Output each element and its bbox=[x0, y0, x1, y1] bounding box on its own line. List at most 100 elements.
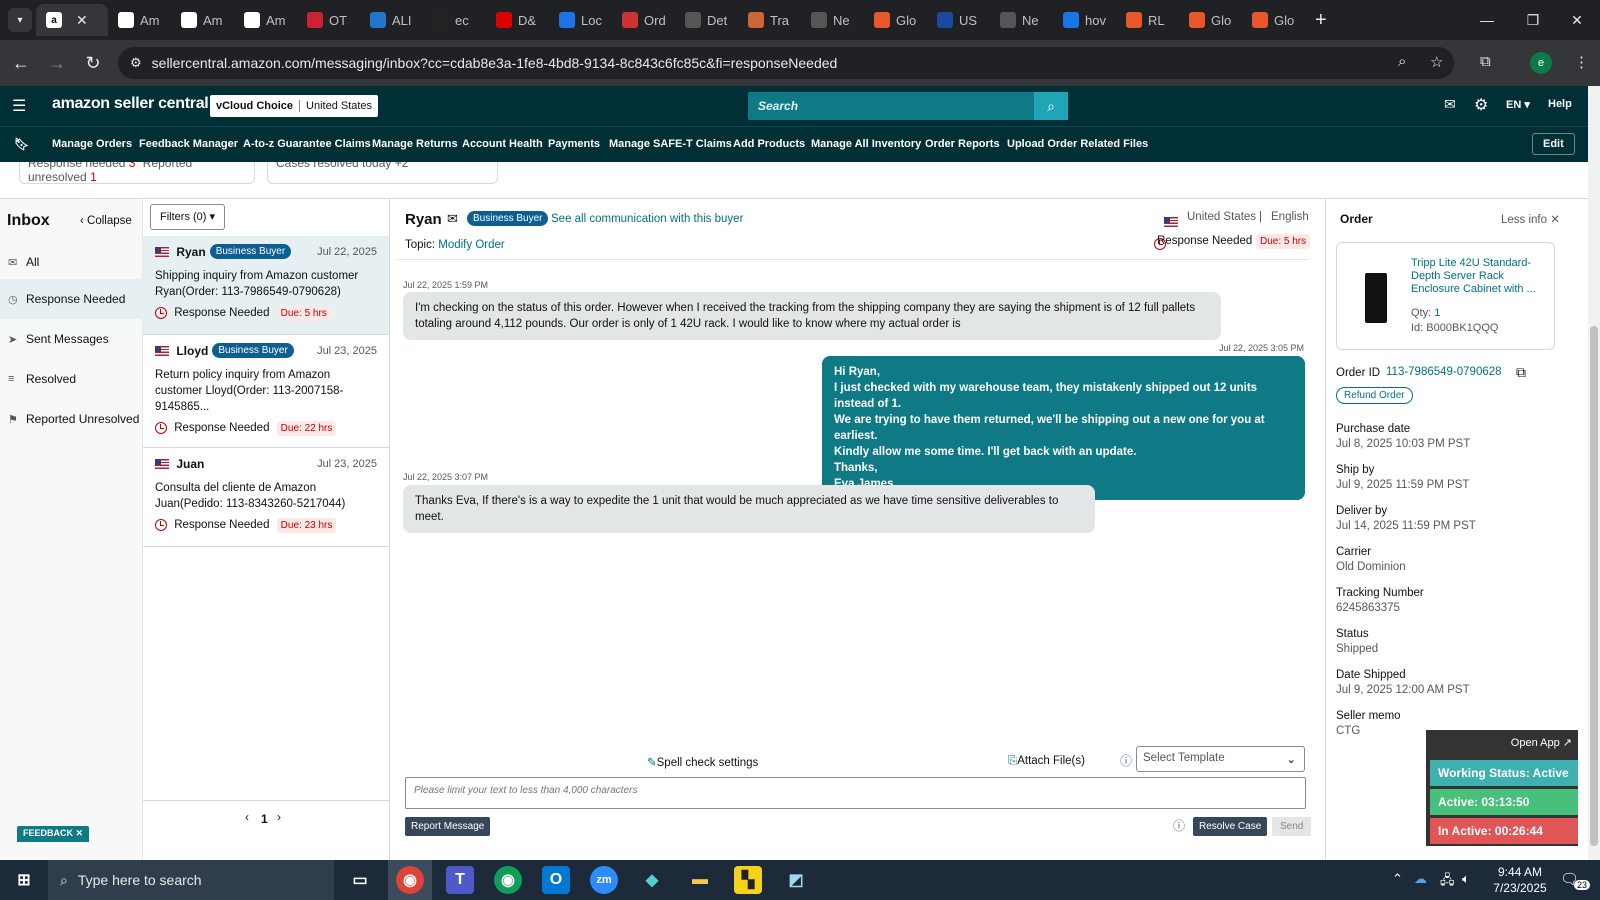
hamburger-icon[interactable]: ☰ bbox=[12, 96, 26, 116]
seller-central-logo[interactable]: amazon seller central bbox=[52, 95, 209, 113]
show-hidden-icons[interactable]: ⌃ bbox=[1392, 871, 1403, 887]
conversation-item[interactable]: Lloyd Business Buyer Jul 23, 2025 Return … bbox=[143, 335, 389, 448]
site-info-icon[interactable]: ⚙ bbox=[130, 55, 142, 71]
chrome-menu-icon[interactable]: ⋮ bbox=[1574, 53, 1589, 71]
bookmark-icon[interactable]: 🔖︎ bbox=[14, 137, 29, 151]
forward-icon[interactable]: → bbox=[44, 50, 70, 76]
onedrive-icon[interactable]: ☁ bbox=[1414, 871, 1427, 887]
inbox-filter-item[interactable]: ⚑ Reported Unresolved bbox=[0, 399, 143, 439]
close-tab-icon[interactable]: ✕ bbox=[76, 12, 88, 29]
volume-icon[interactable]: 🔈︎ bbox=[1462, 871, 1470, 887]
browser-tab[interactable]: ALI bbox=[360, 4, 423, 36]
browser-tab-active[interactable]: a ✕ bbox=[36, 4, 108, 36]
browser-tab[interactable]: Glo bbox=[1242, 4, 1305, 36]
task-view-icon[interactable]: ▭ bbox=[346, 866, 374, 894]
extensions-icon[interactable]: ⧉ bbox=[1480, 53, 1491, 70]
teams-app-icon[interactable]: T bbox=[446, 866, 474, 894]
browser-tab[interactable]: hov bbox=[1053, 4, 1116, 36]
browser-tab[interactable]: Ne bbox=[801, 4, 864, 36]
attach-files-button[interactable]: ⎘Attach File(s) bbox=[1008, 755, 1085, 768]
conversation-item[interactable]: Juan Jul 23, 2025 Consulta del cliente d… bbox=[143, 448, 389, 547]
help-link[interactable]: Help bbox=[1548, 98, 1572, 110]
nav-item[interactable]: Order Reports bbox=[925, 138, 1000, 150]
browser-tab[interactable]: ec bbox=[423, 4, 486, 36]
info-icon[interactable]: ⓘ bbox=[1120, 752, 1132, 769]
topic-link[interactable]: Modify Order bbox=[438, 239, 504, 251]
mail-icon[interactable]: ✉ bbox=[1444, 96, 1456, 113]
zoom-app-icon[interactable]: zm bbox=[590, 866, 618, 894]
bookmark-star-icon[interactable]: ☆ bbox=[1430, 53, 1443, 71]
browser-tab[interactable]: Glo bbox=[864, 4, 927, 36]
browser-tab[interactable]: Am bbox=[108, 4, 171, 36]
less-info-button[interactable]: Less info ✕ bbox=[1501, 212, 1560, 226]
browser-tab[interactable]: US bbox=[927, 4, 990, 36]
nav-item[interactable]: Feedback Manager bbox=[139, 138, 238, 150]
order-id-link[interactable]: 113-7986549-0790628 bbox=[1386, 366, 1502, 378]
inbox-filter-item[interactable]: ✉ All bbox=[0, 242, 143, 282]
browser-tab[interactable]: Ord bbox=[612, 4, 675, 36]
copy-icon[interactable]: ⧉ bbox=[1516, 364, 1526, 381]
product-title-link[interactable]: Tripp Lite 42U Standard-Depth Server Rac… bbox=[1411, 257, 1546, 296]
info-icon[interactable]: ⓘ bbox=[1173, 817, 1185, 834]
nav-item[interactable]: Add Products bbox=[733, 138, 805, 150]
conversation-item[interactable]: Ryan Business Buyer Jul 22, 2025 Shipping… bbox=[143, 236, 389, 335]
nav-item[interactable]: Account Health bbox=[462, 138, 543, 150]
refund-order-button[interactable]: Refund Order bbox=[1336, 387, 1413, 404]
minimize-icon[interactable]: — bbox=[1464, 0, 1510, 40]
language-selector[interactable]: EN ▾ bbox=[1506, 98, 1530, 111]
browser-tab[interactable]: Ne bbox=[990, 4, 1053, 36]
open-app-button[interactable]: Open App ↗ bbox=[1511, 736, 1572, 749]
spell-check-settings[interactable]: ✎Spell check settings bbox=[647, 755, 758, 769]
scrollbar-thumb[interactable] bbox=[1590, 326, 1598, 846]
collapse-button[interactable]: ‹ Collapse bbox=[80, 215, 132, 227]
restore-icon[interactable]: ❐ bbox=[1510, 0, 1556, 40]
browser-tab[interactable]: D& bbox=[486, 4, 549, 36]
app-icon[interactable]: ◩ bbox=[782, 866, 810, 894]
chrome-profile-app-icon[interactable]: ◉ bbox=[494, 866, 522, 894]
settings-gear-icon[interactable]: ⚙ bbox=[1474, 95, 1488, 115]
send-button[interactable]: Send bbox=[1272, 817, 1312, 836]
browser-tab[interactable]: Tra bbox=[738, 4, 801, 36]
new-tab-icon[interactable]: + bbox=[1315, 9, 1327, 32]
network-icon[interactable]: 🖧︎ bbox=[1440, 871, 1455, 893]
inbox-filter-item[interactable]: ➤ Sent Messages bbox=[0, 319, 143, 359]
browser-tab[interactable]: OT bbox=[297, 4, 360, 36]
taskbar-search[interactable]: ⌕ Type here to search bbox=[48, 860, 334, 900]
clock-time[interactable]: 9:44 AM bbox=[1492, 865, 1548, 879]
windows-start-icon[interactable]: ⊞ bbox=[10, 866, 38, 894]
template-select[interactable]: Select Template ⌄ bbox=[1136, 746, 1305, 772]
browser-tab[interactable]: Am bbox=[234, 4, 297, 36]
browser-tab[interactable]: Glo bbox=[1179, 4, 1242, 36]
prev-page-icon[interactable]: ‹ bbox=[245, 810, 249, 824]
browser-tab[interactable]: Am bbox=[171, 4, 234, 36]
nav-item[interactable]: Manage SAFE-T Claims bbox=[609, 138, 732, 150]
browser-tab[interactable]: Det bbox=[675, 4, 738, 36]
zoom-icon[interactable]: ⌕ bbox=[1398, 53, 1406, 70]
back-icon[interactable]: ← bbox=[8, 50, 34, 76]
outlook-app-icon[interactable]: O bbox=[542, 866, 570, 894]
browser-tab[interactable]: Loc bbox=[549, 4, 612, 36]
search-input[interactable]: Search bbox=[748, 92, 1034, 120]
nav-item[interactable]: Manage Returns bbox=[372, 138, 458, 150]
sticky-notes-icon[interactable]: ▚ bbox=[734, 866, 762, 894]
edit-nav-button[interactable]: Edit bbox=[1532, 133, 1575, 155]
see-all-communication-link[interactable]: See all communication with this buyer bbox=[551, 213, 743, 225]
page-scrollbar[interactable] bbox=[1588, 86, 1600, 860]
nav-item[interactable]: Manage All Inventory bbox=[811, 138, 921, 150]
next-page-icon[interactable]: › bbox=[277, 810, 281, 824]
file-explorer-icon[interactable]: ▬ bbox=[686, 866, 714, 894]
tab-search-icon[interactable]: ▾ bbox=[8, 8, 32, 32]
filters-button[interactable]: Filters (0) ▾ bbox=[150, 204, 226, 230]
diamond-app-icon[interactable]: ◆ bbox=[638, 866, 666, 894]
reload-icon[interactable]: ↻ bbox=[80, 50, 106, 76]
resolve-case-button[interactable]: Resolve Case bbox=[1193, 817, 1268, 836]
clock-date[interactable]: 7/23/2025 bbox=[1488, 881, 1552, 895]
inbox-filter-item[interactable]: ≡ Resolved bbox=[0, 359, 143, 399]
profile-avatar[interactable]: e bbox=[1530, 52, 1552, 74]
reply-textarea[interactable]: Please limit your text to less than 4,00… bbox=[405, 777, 1306, 809]
nav-item[interactable]: A-to-z Guarantee Claims bbox=[243, 138, 371, 150]
chrome-app-icon[interactable]: ◉ bbox=[396, 866, 424, 894]
address-bar[interactable]: ⚙ sellercentral.amazon.com/messaging/inb… bbox=[118, 47, 1454, 79]
search-icon[interactable]: ⌕ bbox=[1034, 92, 1068, 120]
close-window-icon[interactable]: ✕ bbox=[1554, 0, 1600, 40]
